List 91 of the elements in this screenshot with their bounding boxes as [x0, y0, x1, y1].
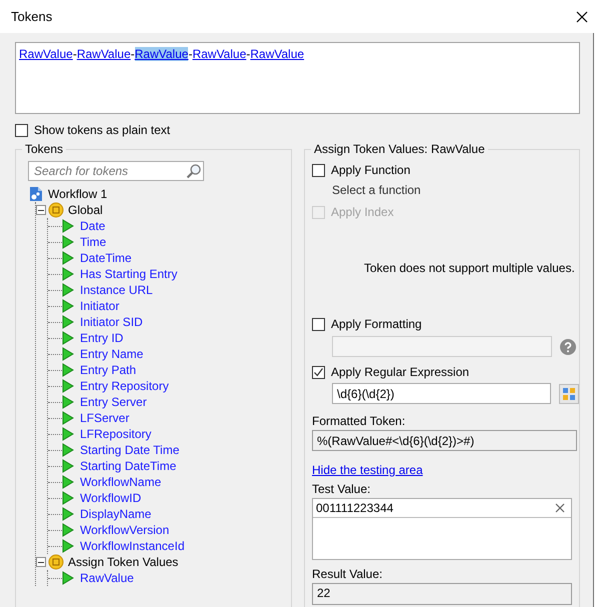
- play-icon: [62, 378, 74, 394]
- token-link[interactable]: RawValue: [76, 47, 131, 61]
- tree-item[interactable]: WorkflowVersion: [80, 523, 170, 537]
- format-field[interactable]: [332, 336, 552, 357]
- tree-item[interactable]: Instance URL: [80, 283, 153, 297]
- tree-item[interactable]: RawValue: [80, 571, 134, 585]
- tree-item[interactable]: DisplayName: [80, 507, 152, 521]
- checkbox-label: Apply Regular Expression: [331, 365, 470, 379]
- separator-text: -: [130, 47, 135, 61]
- window-title: Tokens: [11, 9, 52, 24]
- collapse-icon[interactable]: [36, 205, 46, 215]
- play-icon: [62, 346, 74, 362]
- play-icon: [62, 250, 74, 266]
- collapse-icon[interactable]: [36, 557, 46, 567]
- tree-item[interactable]: Starting DateTime: [80, 459, 176, 473]
- group-title: Assign Token Values: RawValue: [311, 142, 488, 156]
- checkbox-label: Show tokens as plain text: [34, 123, 170, 137]
- formatted-token-field: %(RawValue#<\d{6}(\d{2})>#): [312, 430, 577, 451]
- separator-text: -: [188, 47, 192, 61]
- checkbox-label: Apply Formatting: [331, 317, 422, 331]
- group-title: Tokens: [22, 142, 66, 156]
- play-icon: [62, 442, 74, 458]
- search-icon[interactable]: [186, 163, 202, 179]
- checkbox[interactable]: [312, 318, 325, 330]
- play-icon: [62, 538, 74, 554]
- token-link[interactable]: RawValue: [19, 47, 73, 61]
- tree-item[interactable]: Assign Token Values: [68, 555, 178, 569]
- tree-item[interactable]: Entry Path: [80, 363, 136, 377]
- grid-icon[interactable]: [559, 384, 579, 404]
- close-icon[interactable]: [576, 10, 588, 22]
- coin-icon: [48, 554, 64, 570]
- tree-item[interactable]: Initiator SID: [80, 315, 143, 329]
- tree-item[interactable]: WorkflowName: [80, 475, 162, 489]
- clear-icon[interactable]: [555, 503, 565, 513]
- play-icon: [62, 474, 74, 490]
- info-text: Token does not support multiple values.: [364, 261, 576, 275]
- tree-item[interactable]: Entry Server: [80, 395, 147, 409]
- test-value-field[interactable]: 001111223344: [312, 498, 572, 560]
- tree-item[interactable]: Entry ID: [80, 331, 124, 345]
- tree-item[interactable]: Time: [80, 235, 106, 249]
- checkbox-label: Apply Function: [331, 163, 410, 177]
- play-icon: [62, 570, 74, 586]
- tree-item[interactable]: Initiator: [80, 299, 120, 313]
- tree-item[interactable]: WorkflowInstanceId: [80, 539, 184, 553]
- token-expression-field[interactable]: RawValue-RawValue-RawValue-RawValue-RawValue: [15, 42, 580, 114]
- field-label: Result Value:: [312, 567, 384, 581]
- coin-icon: [48, 202, 64, 218]
- play-icon: [62, 506, 74, 522]
- tree-item[interactable]: DateTime: [80, 251, 132, 265]
- separator-text: -: [72, 47, 77, 61]
- play-icon: [62, 490, 74, 506]
- play-icon: [62, 458, 74, 474]
- play-icon: [62, 522, 74, 538]
- token-link[interactable]: RawValue: [250, 47, 304, 61]
- play-icon: [62, 218, 74, 234]
- result-value-field: 22: [312, 583, 572, 605]
- tree-item[interactable]: LFServer: [80, 411, 130, 425]
- play-icon: [62, 282, 74, 298]
- tree-item[interactable]: Global: [68, 203, 103, 217]
- function-selector-text[interactable]: Select a function: [332, 183, 579, 197]
- tree-item[interactable]: Date: [80, 219, 106, 233]
- play-icon: [62, 426, 74, 442]
- checkbox[interactable]: [15, 124, 28, 136]
- help-icon[interactable]: [560, 338, 576, 354]
- play-icon: [62, 394, 74, 410]
- checkbox[interactable]: [312, 366, 325, 378]
- play-icon: [62, 266, 74, 282]
- play-icon: [62, 314, 74, 330]
- regex-field[interactable]: \d{6}(\d{2}): [332, 383, 552, 404]
- checkbox[interactable]: [312, 164, 325, 176]
- play-icon: [62, 362, 74, 378]
- tree-item[interactable]: WorkflowID: [80, 491, 142, 505]
- field-label: Test Value:: [312, 482, 372, 496]
- field-label: Formatted Token:: [312, 414, 406, 428]
- tree-item[interactable]: Workflow 1: [48, 187, 108, 201]
- tree-item[interactable]: LFRepository: [80, 427, 152, 441]
- play-icon: [62, 330, 74, 346]
- tree-item[interactable]: Entry Repository: [80, 379, 169, 393]
- play-icon: [62, 234, 74, 250]
- tree-item[interactable]: Has Starting Entry: [80, 267, 178, 281]
- token-link[interactable]: RawValue: [192, 47, 246, 61]
- separator-text: -: [246, 47, 250, 61]
- checkbox-label: Apply Index: [331, 205, 394, 219]
- hide-testing-link[interactable]: Hide the testing area: [312, 463, 423, 477]
- search-field[interactable]: Search for tokens: [28, 161, 204, 181]
- play-icon: [62, 298, 74, 314]
- workflow-icon: [28, 186, 44, 202]
- play-icon: [62, 410, 74, 426]
- token-link[interactable]: RawValue: [134, 47, 188, 61]
- tree-item[interactable]: Starting Date Time: [80, 443, 180, 457]
- tree-item[interactable]: Entry Name: [80, 347, 144, 361]
